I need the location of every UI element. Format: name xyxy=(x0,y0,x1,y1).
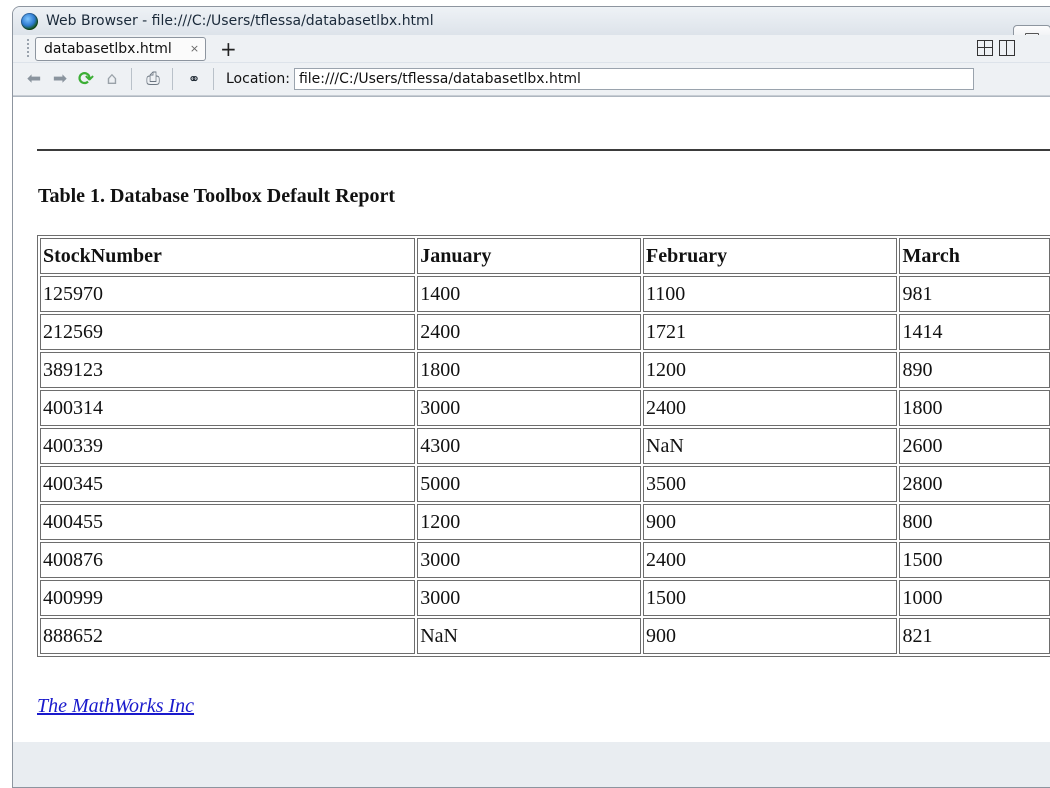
new-tab-button[interactable]: + xyxy=(220,39,237,59)
table-cell: 125970 xyxy=(40,276,416,312)
table-cell: 400999 xyxy=(40,580,416,616)
table-row: 400339 4300 NaN 2600 xyxy=(40,428,1050,464)
table-row: 400876 3000 2400 1500 xyxy=(40,542,1050,578)
table-cell: 1200 xyxy=(643,352,898,388)
table-cell: 212569 xyxy=(40,314,416,350)
forward-arrow-icon[interactable]: ➡ xyxy=(49,68,71,90)
page-content: Table 1. Database Toolbox Default Report… xyxy=(13,96,1050,743)
column-header: February xyxy=(643,238,898,274)
location-input[interactable] xyxy=(293,68,974,90)
back-arrow-icon[interactable]: ⬅ xyxy=(23,68,45,90)
table-cell: 400876 xyxy=(40,542,416,578)
table-cell: 1721 xyxy=(643,314,898,350)
tab-label: databasetlbx.html xyxy=(44,40,172,57)
table-cell: 900 xyxy=(643,618,898,654)
mathworks-link[interactable]: The MathWorks Inc xyxy=(37,695,194,718)
table-cell: 1500 xyxy=(899,542,1050,578)
table-cell: 1400 xyxy=(417,276,641,312)
table-cell: 3000 xyxy=(417,542,641,578)
home-icon[interactable]: ⌂ xyxy=(101,68,123,90)
table-cell: 1500 xyxy=(643,580,898,616)
table-cell: 1800 xyxy=(417,352,641,388)
table-cell: NaN xyxy=(417,618,641,654)
location-label: Location: xyxy=(226,71,290,87)
window-title: Web Browser - file:///C:/Users/tflessa/d… xyxy=(46,13,434,29)
horizontal-rule xyxy=(37,149,1050,151)
table-row: 400345 5000 3500 2800 xyxy=(40,466,1050,502)
print-icon[interactable]: ⎙ xyxy=(142,68,164,90)
table-cell: 3500 xyxy=(643,466,898,502)
table-row: 888652 NaN 900 821 xyxy=(40,618,1050,654)
table-row: 400455 1200 900 800 xyxy=(40,504,1050,540)
table-row: 125970 1400 1100 981 xyxy=(40,276,1050,312)
toolbar-divider xyxy=(172,68,173,90)
table-caption: Table 1. Database Toolbox Default Report xyxy=(38,185,396,207)
table-cell: 1000 xyxy=(899,580,1050,616)
table-cell: 400339 xyxy=(40,428,416,464)
table-cell: 1200 xyxy=(417,504,641,540)
tab-grip-icon[interactable] xyxy=(27,38,33,59)
table-header-row: StockNumber January February March xyxy=(40,238,1050,274)
table-row: 400314 3000 2400 1800 xyxy=(40,390,1050,426)
table-cell: 400314 xyxy=(40,390,416,426)
tab-databasetlbx[interactable]: databasetlbx.html × xyxy=(35,36,207,61)
tab-bar: databasetlbx.html × + xyxy=(13,35,1050,62)
close-tab-icon[interactable]: × xyxy=(190,42,199,55)
table-cell: 1414 xyxy=(899,314,1050,350)
table-row: 389123 1800 1200 890 xyxy=(40,352,1050,388)
table-cell: 821 xyxy=(899,618,1050,654)
table-cell: 1100 xyxy=(643,276,898,312)
table-cell: 4300 xyxy=(417,428,641,464)
column-header: January xyxy=(417,238,641,274)
table-cell: 2400 xyxy=(643,542,898,578)
report-table: StockNumber January February March 12597… xyxy=(37,235,1050,657)
toolbar-divider xyxy=(213,68,214,90)
table-cell: 2800 xyxy=(899,466,1050,502)
layout-controls xyxy=(977,40,1015,56)
table-row: 212569 2400 1721 1414 xyxy=(40,314,1050,350)
table-cell: 2400 xyxy=(643,390,898,426)
table-cell: 2400 xyxy=(417,314,641,350)
table-row: 400999 3000 1500 1000 xyxy=(40,580,1050,616)
table-cell: 1800 xyxy=(899,390,1050,426)
table-cell: 400345 xyxy=(40,466,416,502)
split-view-icon[interactable] xyxy=(999,40,1015,56)
refresh-icon[interactable]: ⟳ xyxy=(75,68,97,90)
column-header: March xyxy=(899,238,1050,274)
status-bar xyxy=(13,742,1050,787)
table-cell: 3000 xyxy=(417,580,641,616)
title-bar: Web Browser - file:///C:/Users/tflessa/d… xyxy=(13,7,1050,35)
table-cell: 888652 xyxy=(40,618,416,654)
table-cell: 5000 xyxy=(417,466,641,502)
table-cell: 3000 xyxy=(417,390,641,426)
table-cell: NaN xyxy=(643,428,898,464)
globe-icon xyxy=(21,12,38,30)
column-header: StockNumber xyxy=(40,238,416,274)
table-cell: 981 xyxy=(899,276,1050,312)
table-cell: 800 xyxy=(899,504,1050,540)
tile-grid-icon[interactable] xyxy=(977,40,993,56)
browser-window: Web Browser - file:///C:/Users/tflessa/d… xyxy=(12,6,1050,788)
navigation-toolbar: ⬅ ➡ ⟳ ⌂ ⎙ ⚭ Location: xyxy=(13,63,1050,96)
table-cell: 900 xyxy=(643,504,898,540)
find-binoculars-icon[interactable]: ⚭ xyxy=(183,68,205,90)
toolbar-divider xyxy=(131,68,132,90)
table-cell: 400455 xyxy=(40,504,416,540)
table-cell: 2600 xyxy=(899,428,1050,464)
table-cell: 890 xyxy=(899,352,1050,388)
table-cell: 389123 xyxy=(40,352,416,388)
